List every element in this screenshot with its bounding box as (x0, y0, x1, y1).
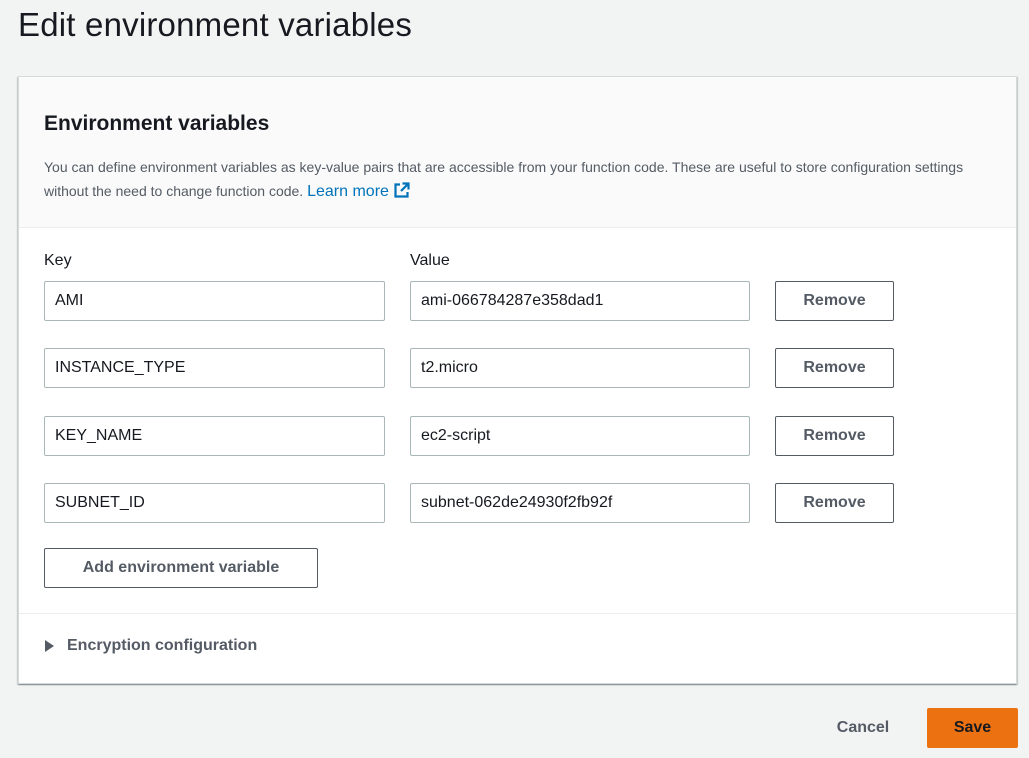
learn-more-label: Learn more (307, 183, 389, 200)
panel-description: You can define environment variables as … (44, 155, 1004, 207)
value-input[interactable] (410, 281, 750, 321)
key-input[interactable] (44, 416, 385, 456)
save-button[interactable]: Save (927, 708, 1018, 748)
remove-button[interactable]: Remove (775, 348, 894, 388)
panel-description-text: You can define environment variables as … (44, 159, 964, 199)
caret-right-icon (45, 640, 54, 652)
learn-more-link[interactable]: Learn more (307, 182, 410, 200)
section-divider (19, 613, 1016, 614)
value-input[interactable] (410, 348, 750, 388)
environment-variables-panel: Environment variables You can define env… (18, 76, 1017, 684)
panel-title: Environment variables (44, 112, 270, 135)
value-column-label: Value (410, 252, 450, 269)
cancel-button[interactable]: Cancel (820, 708, 906, 748)
key-input[interactable] (44, 483, 385, 523)
value-input[interactable] (410, 416, 750, 456)
key-input[interactable] (44, 348, 385, 388)
remove-button[interactable]: Remove (775, 416, 894, 456)
key-input[interactable] (44, 281, 385, 321)
encryption-configuration-expander[interactable]: Encryption configuration (45, 637, 257, 655)
value-input[interactable] (410, 483, 750, 523)
remove-button[interactable]: Remove (775, 281, 894, 321)
add-environment-variable-button[interactable]: Add environment variable (44, 548, 318, 588)
encryption-configuration-label: Encryption configuration (67, 637, 258, 654)
external-link-icon (393, 182, 410, 207)
remove-button[interactable]: Remove (775, 483, 894, 523)
panel-header: Environment variables You can define env… (19, 77, 1016, 228)
page-title: Edit environment variables (18, 6, 413, 43)
key-column-label: Key (44, 252, 72, 269)
